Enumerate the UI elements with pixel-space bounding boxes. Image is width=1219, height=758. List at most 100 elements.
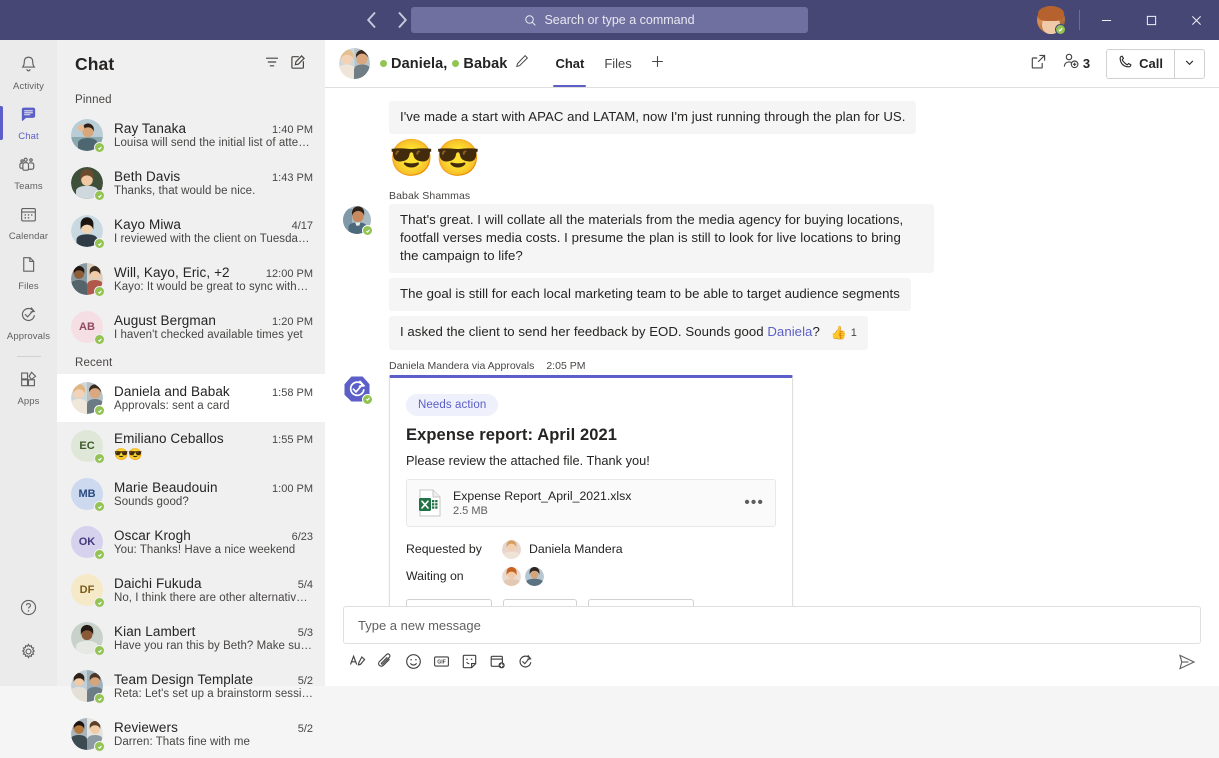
sticker-icon bbox=[461, 653, 478, 675]
sender-avatar[interactable] bbox=[343, 206, 373, 236]
message-bubble: The goal is still for each local marketi… bbox=[389, 278, 911, 311]
chat-list-item-time: 5/2 bbox=[297, 675, 313, 687]
chat-list-item[interactable]: Daniela and Babak 1:58 PM Approvals: sent … bbox=[57, 374, 325, 422]
chat-list-item[interactable]: Kayo Miwa 4/17 I reviewed with the client … bbox=[57, 207, 325, 255]
sidebar-item-calendar[interactable]: Calendar bbox=[0, 200, 57, 246]
chat-list-item-preview: You: Thanks! Have a nice weekend bbox=[114, 544, 296, 556]
chat-list-item[interactable]: Beth Davis 1:43 PM Thanks, that would be n… bbox=[57, 159, 325, 207]
avatar bbox=[71, 215, 105, 249]
reaction-badge[interactable]: 👍 1 bbox=[831, 324, 857, 342]
message-bubble: I asked the client to send her feedback … bbox=[389, 316, 868, 350]
chat-list-item[interactable]: Kian Lambert 5/3 Have you ran this by Beth… bbox=[57, 614, 325, 662]
approvals-app-avatar bbox=[343, 375, 373, 405]
filter-button[interactable] bbox=[259, 51, 285, 77]
sidebar-item-label: Chat bbox=[18, 130, 39, 142]
call-button[interactable]: Call bbox=[1107, 50, 1174, 78]
chat-list-item-body: Team Design Template 5/2 Reta: Let's set u… bbox=[114, 672, 313, 700]
search-input[interactable]: Search or type a command bbox=[411, 7, 808, 33]
thumbs-up-icon: 👍 bbox=[830, 324, 847, 340]
schedule-meeting-button[interactable] bbox=[483, 650, 511, 678]
compose-area: Type a new message GIF bbox=[325, 606, 1219, 686]
tab-files[interactable]: Files bbox=[594, 40, 641, 87]
sidebar-item-apps[interactable]: Apps bbox=[0, 365, 57, 411]
approvals-button[interactable] bbox=[511, 650, 539, 678]
presence-available-badge bbox=[362, 393, 373, 405]
chat-list-item[interactable]: EC Emiliano Ceballos 1:55 PM 😎😎 bbox=[57, 422, 325, 470]
add-people-button[interactable]: 3 bbox=[1058, 52, 1096, 75]
send-button[interactable] bbox=[1173, 650, 1201, 678]
message-item: I've made a start with APAC and LATAM, n… bbox=[325, 101, 1219, 134]
chat-list-item-preview: Approvals: sent a card bbox=[114, 400, 230, 412]
view-details-button[interactable]: View details bbox=[587, 598, 695, 606]
sidebar-item-teams[interactable]: Teams bbox=[0, 150, 57, 196]
more-options-icon[interactable]: ••• bbox=[744, 494, 764, 510]
waiting-avatar-1 bbox=[502, 566, 521, 586]
giphy-button[interactable]: GIF bbox=[427, 650, 455, 678]
mention-chip[interactable]: Daniela bbox=[767, 324, 812, 339]
chat-list-item[interactable]: DF Daichi Fukuda 5/4 No, I think there are … bbox=[57, 566, 325, 614]
edit-conversation-name-button[interactable] bbox=[515, 54, 529, 73]
tab-chat[interactable]: Chat bbox=[545, 40, 594, 87]
close-button[interactable] bbox=[1174, 0, 1219, 40]
chat-list-item-body: Will, Kayo, Eric, +2 12:00 PM Kayo: It wou… bbox=[114, 265, 313, 293]
navigation-arrows bbox=[360, 8, 414, 32]
presence-available-badge bbox=[94, 693, 105, 704]
settings-button[interactable] bbox=[9, 632, 49, 676]
requested-by-row: Requested by Daniela Mandera bbox=[406, 539, 776, 559]
call-label: Call bbox=[1139, 56, 1163, 71]
conversation-tabs: Chat Files bbox=[545, 40, 672, 87]
maximize-button[interactable] bbox=[1129, 0, 1174, 40]
minimize-button[interactable] bbox=[1084, 0, 1129, 40]
message-input[interactable]: Type a new message bbox=[343, 606, 1201, 644]
chat-list-item-name: Beth Davis bbox=[114, 169, 181, 184]
participant-name-1: Daniela, bbox=[391, 55, 448, 72]
chat-list-item-name: Daichi Fukuda bbox=[114, 576, 202, 591]
sidebar-item-approvals[interactable]: Approvals bbox=[0, 300, 57, 346]
popout-chat-button[interactable] bbox=[1024, 49, 1054, 79]
chat-list-item-name: Marie Beaudouin bbox=[114, 480, 218, 495]
chat-list-item-top: Oscar Krogh 6/23 bbox=[114, 528, 313, 543]
back-button[interactable] bbox=[360, 8, 384, 32]
chat-list-item[interactable]: Reviewers 5/2 Darren: Thats fine with me bbox=[57, 710, 325, 758]
chat-list-item-top: Team Design Template 5/2 bbox=[114, 672, 313, 687]
svg-text:GIF: GIF bbox=[437, 660, 446, 666]
chat-list-item[interactable]: AB August Bergman 1:20 PM I haven't checked… bbox=[57, 303, 325, 351]
avatar bbox=[71, 382, 105, 416]
chat-list-item[interactable]: OK Oscar Krogh 6/23 You: Thanks! Have a nic… bbox=[57, 518, 325, 566]
avatar: DF bbox=[71, 574, 105, 608]
add-tab-button[interactable] bbox=[642, 54, 673, 74]
chat-list-item[interactable]: MB Marie Beaudouin 1:00 PM Sounds good? bbox=[57, 470, 325, 518]
chat-list-item-top: Daichi Fukuda 5/4 bbox=[114, 576, 313, 591]
chat-list-item[interactable]: Will, Kayo, Eric, +2 12:00 PM Kayo: It wou… bbox=[57, 255, 325, 303]
chat-list-item[interactable]: Ray Tanaka 1:40 PM Louisa will send the in… bbox=[57, 111, 325, 159]
approve-button[interactable]: Approve bbox=[406, 598, 492, 606]
sidebar-item-files[interactable]: Files bbox=[0, 250, 57, 296]
sidebar-item-activity[interactable]: Activity bbox=[0, 50, 57, 96]
chat-list-item-preview: Darren: Thats fine with me bbox=[114, 736, 250, 748]
chat-list-item[interactable]: Team Design Template 5/2 Reta: Let's set u… bbox=[57, 662, 325, 710]
sticker-button[interactable] bbox=[455, 650, 483, 678]
chat-list-item-top: August Bergman 1:20 PM bbox=[114, 313, 313, 328]
chat-list-item-preview: Kayo: It would be great to sync with… bbox=[114, 281, 309, 293]
avatar bbox=[71, 622, 105, 656]
avatar bbox=[71, 119, 105, 153]
sidebar-item-chat[interactable]: Chat bbox=[0, 100, 57, 146]
attach-button[interactable] bbox=[371, 650, 399, 678]
conversation-avatar[interactable] bbox=[339, 48, 370, 79]
presence-available-badge bbox=[94, 645, 105, 656]
reject-button[interactable]: Reject bbox=[502, 598, 577, 606]
file-attachment-row[interactable]: Expense Report_April_2021.xlsx 2.5 MB ••… bbox=[406, 478, 776, 527]
chat-list-item-time: 1:20 PM bbox=[272, 316, 313, 328]
presence-dot-daniela bbox=[380, 60, 387, 67]
approvals-icon bbox=[517, 653, 534, 675]
emoji-button[interactable] bbox=[399, 650, 427, 678]
phone-icon bbox=[1118, 54, 1133, 74]
avatar[interactable] bbox=[1037, 6, 1066, 35]
help-button[interactable] bbox=[9, 588, 49, 632]
call-options-button[interactable] bbox=[1174, 49, 1204, 78]
chat-list-item-body: Emiliano Ceballos 1:55 PM 😎😎 bbox=[114, 431, 313, 461]
message-item: Babak Shammas That's great. I will colla… bbox=[325, 184, 1219, 273]
new-chat-button[interactable] bbox=[285, 51, 311, 77]
format-button[interactable] bbox=[343, 650, 371, 678]
chat-list-body[interactable]: Pinned Ray Tanaka 1:40 PM Louisa will send … bbox=[57, 88, 325, 758]
